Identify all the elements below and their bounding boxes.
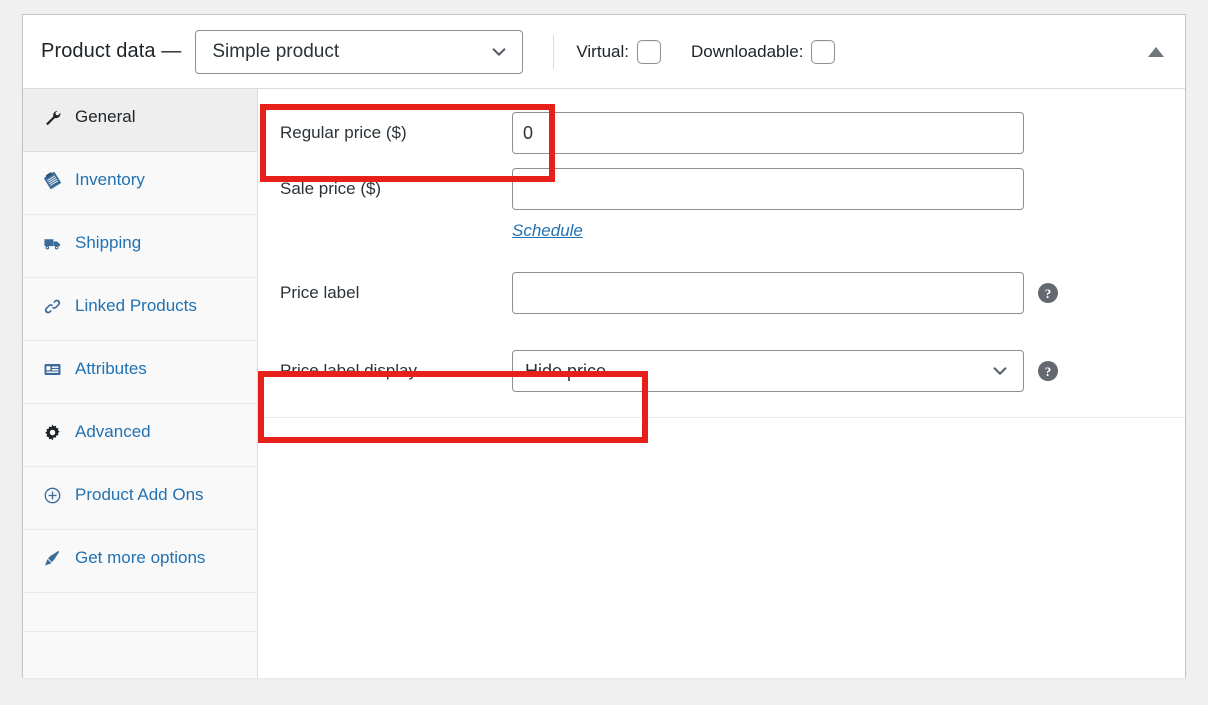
plus-circle-icon: [41, 484, 63, 506]
triangle-up-icon: [1148, 46, 1164, 57]
downloadable-field: Downloadable:: [690, 39, 836, 64]
sale-price-row: Sale price ($): [258, 161, 1185, 217]
virtual-checkbox[interactable]: [636, 39, 661, 64]
sidebar-item-linked-products[interactable]: Linked Products: [23, 278, 257, 341]
product-type-select[interactable]: Simple product: [195, 29, 524, 74]
regular-price-value: 0: [523, 123, 534, 143]
help-icon[interactable]: ?: [1038, 283, 1058, 303]
link-icon: [41, 295, 63, 317]
wrench-icon: [41, 106, 63, 128]
regular-price-label: Regular price ($): [280, 123, 407, 142]
price-label-display-value: Hide price: [525, 360, 607, 381]
sidebar-item-product-add-ons[interactable]: Product Add Ons: [23, 467, 257, 530]
price-label-row: Price label ?: [258, 265, 1185, 321]
megaphone-icon: [41, 547, 63, 569]
sidebar-item-label: Get more options: [75, 548, 206, 567]
archive-icon: [41, 169, 63, 191]
regular-price-input[interactable]: 0: [512, 112, 1024, 154]
list-view-icon: [41, 358, 63, 380]
sidebar-item-inventory[interactable]: Inventory: [23, 152, 257, 215]
sidebar-item-label: Linked Products: [75, 296, 197, 315]
sidebar-item-attributes[interactable]: Attributes: [23, 341, 257, 404]
sale-price-label: Sale price ($): [280, 179, 382, 198]
general-options-panel: Regular price ($) 0 Sale price ($) Sched…: [258, 89, 1185, 678]
sale-price-input[interactable]: [512, 168, 1024, 210]
sidebar-item-label: Attributes: [75, 359, 147, 378]
sidebar-item-label: Shipping: [75, 233, 142, 252]
help-icon[interactable]: ?: [1038, 361, 1058, 381]
downloadable-label: Downloadable:: [690, 41, 804, 61]
schedule-row: Schedule: [258, 217, 1185, 243]
chevron-down-icon: [993, 367, 1007, 375]
price-label-display-select[interactable]: Hide price: [512, 350, 1024, 392]
product-data-header: Product data — Simple product Virtual: D…: [23, 15, 1185, 89]
sale-price-schedule-link[interactable]: Schedule: [512, 221, 583, 240]
screenshot-root: Product data — Simple product Virtual: D…: [0, 0, 1208, 705]
chevron-down-icon: [492, 47, 506, 56]
regular-price-row: Regular price ($) 0: [258, 105, 1185, 161]
price-label-label: Price label: [280, 283, 360, 302]
sidebar-spacer: [23, 593, 257, 632]
header-divider: [553, 34, 555, 69]
sidebar-item-shipping[interactable]: Shipping: [23, 215, 257, 278]
sidebar-item-advanced[interactable]: Advanced: [23, 404, 257, 467]
sidebar-item-label: Product Add Ons: [75, 485, 204, 504]
truck-icon: [41, 232, 63, 254]
downloadable-checkbox[interactable]: [811, 39, 836, 64]
price-label-input[interactable]: [512, 272, 1024, 314]
product-type-value: Simple product: [212, 40, 340, 62]
price-label-display-row: Price label display Hide price ?: [258, 343, 1185, 399]
collapse-panel-button[interactable]: [1143, 39, 1169, 65]
pricing-field-group: Regular price ($) 0 Sale price ($) Sched…: [258, 89, 1185, 418]
sidebar-item-general[interactable]: General: [23, 89, 257, 152]
price-label-display-label: Price label display: [280, 361, 418, 380]
virtual-label: Virtual:: [576, 41, 629, 61]
product-data-panel: Product data — Simple product Virtual: D…: [22, 14, 1186, 678]
section-divider: [258, 417, 1185, 418]
gear-icon: [41, 421, 63, 443]
product-data-body: General Inventory Shipping Linked Produc…: [23, 89, 1185, 678]
product-data-tabs: General Inventory Shipping Linked Produc…: [23, 89, 258, 678]
sidebar-item-get-more-options[interactable]: Get more options: [23, 530, 257, 593]
page-title: Product data —: [41, 40, 182, 62]
virtual-field: Virtual:: [576, 39, 661, 64]
sidebar-item-label: Inventory: [75, 170, 145, 189]
sidebar-item-label: General: [75, 107, 136, 126]
sidebar-item-label: Advanced: [75, 422, 151, 441]
